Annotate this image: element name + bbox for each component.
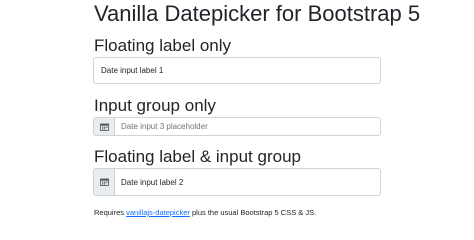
page-title: Vanilla Datepicker for Bootstrap 5 — [94, 1, 421, 26]
footer-prefix: Requires — [94, 208, 125, 217]
calendar-icon — [99, 123, 109, 131]
vanillajs-datepicker-link[interactable]: vanillajs-datepicker — [126, 208, 190, 217]
calendar-icon — [99, 178, 109, 186]
section-heading-floating-label-input-group: Floating label & input group — [94, 147, 301, 166]
section-heading-floating-label: Floating label only — [94, 36, 232, 55]
footer-note: Requires vanillajs-datepicker plus the u… — [94, 208, 316, 218]
date-input-floating-label[interactable]: Date input label 1 — [93, 57, 381, 84]
calendar-addon[interactable] — [94, 169, 115, 195]
date-input-3[interactable]: Date input 3 placeholder — [115, 122, 208, 131]
date-input-2[interactable]: Date input label 2 — [115, 178, 183, 187]
calendar-addon[interactable] — [94, 118, 115, 135]
page: Vanilla Datepicker for Bootstrap 5 Float… — [0, 0, 474, 225]
section-heading-input-group: Input group only — [94, 96, 216, 115]
input-group-date: Date input 3 placeholder — [93, 117, 381, 136]
floating-label-text: Date input label 1 — [101, 66, 164, 75]
footer-suffix: plus the usual Bootstrap 5 CSS & JS. — [191, 208, 317, 217]
input-group-floating-date: Date input label 2 — [93, 168, 381, 196]
